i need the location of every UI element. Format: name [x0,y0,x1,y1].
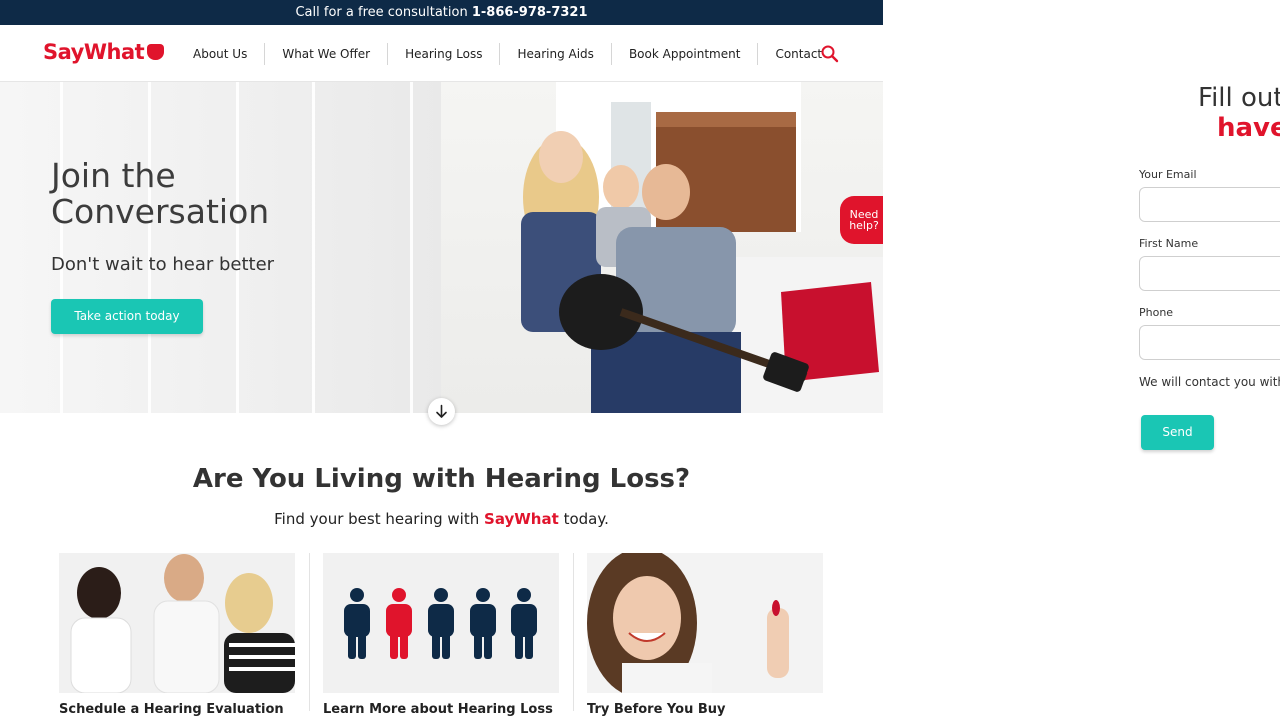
card-divider [309,553,310,711]
subtitle-text-end: today. [563,510,609,528]
email-label: Your Email [1139,168,1197,181]
need-help-button[interactable]: Need help? [840,196,883,244]
nav-menu: About Us What We Offer Hearing Loss Hear… [176,25,839,82]
email-field[interactable] [1139,187,1280,222]
hero-family-photo [441,82,883,413]
card-hearing-loss-image[interactable] [323,553,559,693]
hero-banner: Join the Conversation Don't wait to hear… [0,82,883,413]
consultation-text: Call for a free consultation [295,5,468,20]
window-frame [60,82,63,413]
phone-label: Phone [1139,306,1174,319]
nav-item-hearing-aids[interactable]: Hearing Aids [500,42,612,65]
card-caption-try-before-buy[interactable]: Try Before You Buy [587,702,823,717]
card-divider [573,553,574,711]
phone-field[interactable] [1139,325,1280,360]
first-name-field[interactable] [1139,256,1280,291]
logo[interactable]: SayWhat [43,40,165,64]
nav-item-what-we-offer[interactable]: What We Offer [265,42,389,65]
window-frame [148,82,151,413]
window-frame [410,82,413,413]
nav-item-about-us[interactable]: About Us [176,42,266,65]
hero-background [0,82,441,413]
main-navigation: SayWhat About Us What We Offer Hearing L… [0,25,883,82]
card-caption-evaluation[interactable]: Schedule a Hearing Evaluation [59,702,295,717]
first-name-label: First Name [1139,237,1199,250]
section-subtitle: Find your best hearing with SayWhat toda… [0,510,883,528]
take-action-button[interactable]: Take action today [51,299,203,334]
window-frame [312,82,315,413]
subtitle-text: Find your best hearing with [274,510,480,528]
form-note: We will contact you with [1139,375,1280,389]
top-announcement-bar: Call for a free consultation 1-866-978-7… [0,0,883,25]
card-try-before-buy-image[interactable] [587,553,823,693]
hero-subtitle: Don't wait to hear better [51,254,275,275]
nav-item-book-appointment[interactable]: Book Appointment [612,42,759,65]
window-frame [236,82,239,413]
phone-link[interactable]: 1-866-978-7321 [472,5,588,20]
arrow-down-icon[interactable] [428,398,455,425]
section-title: Are You Living with Hearing Loss? [192,464,691,494]
form-title-line1: Fill out [1198,83,1280,113]
hero-title: Join the Conversation [51,156,270,231]
send-button[interactable]: Send [1141,415,1214,450]
logo-heart-icon [147,44,165,60]
logo-text: SayWhat [43,40,145,64]
subtitle-brand: SayWhat [484,510,559,528]
card-evaluation-image[interactable] [59,553,295,693]
nav-item-hearing-loss[interactable]: Hearing Loss [388,42,501,65]
card-caption-hearing-loss[interactable]: Learn More about Hearing Loss [323,702,559,717]
form-title-line2: have [1217,113,1280,143]
search-icon[interactable] [820,44,840,64]
